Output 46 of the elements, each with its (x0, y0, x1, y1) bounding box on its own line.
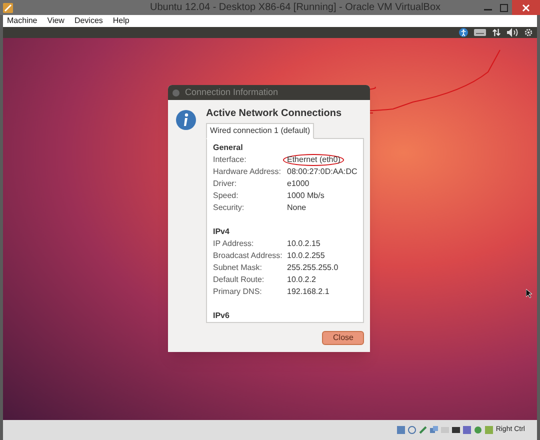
field-label: Subnet Mask: (213, 262, 263, 274)
info-icon (176, 110, 196, 130)
keyboard-icon[interactable] (474, 29, 486, 36)
window-title: Ubuntu 12.04 - Desktop X86-64 [Running] - Oracle VM VirtualBox (150, 1, 441, 15)
accessibility-icon[interactable] (459, 28, 468, 37)
field-value: 1000 Mb/s (287, 190, 324, 202)
field-label: Broadcast Address: (213, 250, 284, 262)
maximize-icon (500, 4, 508, 12)
field-value: None (287, 202, 306, 214)
field-value: 10.0.2.15 (287, 238, 320, 250)
field-label: IP Address: (213, 238, 255, 250)
field-value: e1000 (287, 178, 310, 190)
disc-icon (408, 426, 416, 434)
menu-item[interactable]: Devices (74, 15, 103, 27)
close-button[interactable] (512, 0, 540, 15)
menu-item[interactable]: Help (112, 15, 130, 27)
field-value: 10.0.2.255 (287, 250, 325, 262)
field-label: Speed: (213, 190, 240, 202)
field-value: 10.0.2.2 (287, 274, 316, 286)
field-label: Security: (213, 202, 246, 214)
dialog-title: Connection Information (185, 86, 278, 99)
field-label: Primary DNS: (213, 286, 263, 298)
field-value: 192.168.2.1 (287, 286, 330, 298)
close-button[interactable]: Close (322, 331, 364, 345)
menu-item[interactable]: Machine (7, 15, 38, 27)
app-icon (3, 2, 13, 12)
settings-icon[interactable] (524, 28, 533, 37)
minimize-icon (484, 9, 492, 11)
field-label: Interface: (213, 154, 248, 166)
field-label: Default Route: (213, 274, 266, 286)
section-title: IPv4 (213, 226, 230, 238)
tab[interactable]: Wired connection 1 (default) (206, 123, 314, 139)
field-value: Ethernet (eth0) (283, 154, 344, 166)
menu-item[interactable]: View (47, 15, 64, 27)
close-icon (522, 4, 530, 12)
mouse-pointer-icon (526, 289, 532, 298)
field-value: 255.255.255.0 (287, 262, 338, 274)
dialog-heading: Active Network Connections (206, 107, 343, 121)
section-title: General (213, 142, 244, 154)
field-value: 08:00:27:0D:AA:DC (287, 166, 358, 178)
section-title: IPv6 (213, 310, 230, 322)
volume-icon[interactable] (507, 28, 518, 37)
field-label: Driver: (213, 178, 238, 190)
network-arrows-icon[interactable] (492, 28, 501, 37)
field-label: Hardware Address: (213, 166, 282, 178)
display-icon (452, 426, 460, 434)
